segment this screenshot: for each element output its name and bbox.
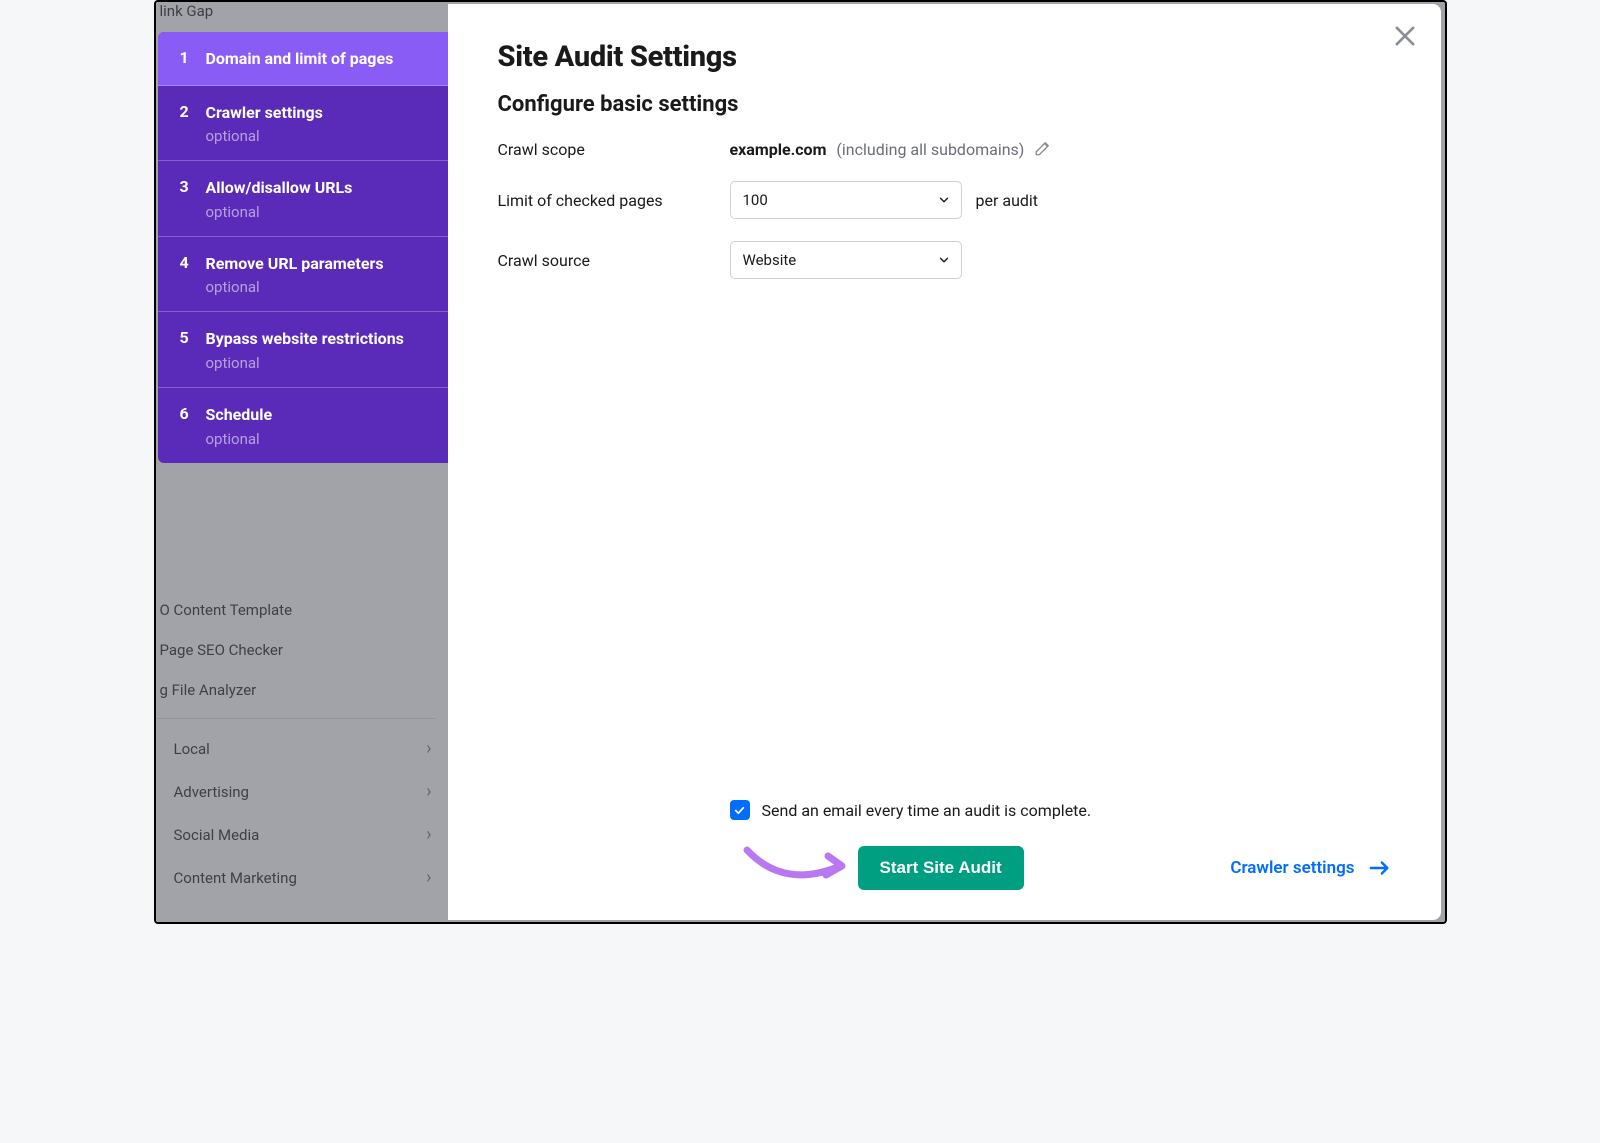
step-title: Bypass website restrictions xyxy=(206,328,430,350)
check-icon xyxy=(733,804,746,817)
action-row: Start Site Audit Crawler settings xyxy=(730,846,1391,890)
wizard-step-1[interactable]: 1Domain and limit of pages xyxy=(158,32,448,86)
modal-subtitle: Configure basic settings xyxy=(498,92,1391,117)
row-crawl-source: Crawl source Website xyxy=(498,241,1391,279)
modal-footer: Send an email every time an audit is com… xyxy=(498,800,1391,890)
email-notify-label: Send an email every time an audit is com… xyxy=(762,801,1092,820)
scope-extra: (including all subdomains) xyxy=(836,140,1024,159)
step-optional-label: optional xyxy=(206,430,430,448)
step-number: 3 xyxy=(180,177,206,196)
select-value: 100 xyxy=(743,191,768,209)
step-number: 4 xyxy=(180,253,206,272)
row-crawl-scope: Crawl scope example.com (including all s… xyxy=(498,139,1391,159)
wizard-step-2[interactable]: 2Crawler settings optional xyxy=(158,86,448,162)
next-link-label: Crawler settings xyxy=(1230,858,1354,878)
step-body: Allow/disallow URLs optional xyxy=(206,177,430,221)
step-optional-label: optional xyxy=(206,127,430,145)
edit-scope-button[interactable] xyxy=(1034,139,1052,157)
wizard-step-5[interactable]: 5Bypass website restrictions optional xyxy=(158,312,448,388)
step-title: Allow/disallow URLs xyxy=(206,177,430,199)
step-body: Remove URL parameters optional xyxy=(206,253,430,297)
arrow-right-icon xyxy=(1369,860,1391,876)
row-page-limit: Limit of checked pages 100 per audit xyxy=(498,181,1391,219)
step-title: Schedule xyxy=(206,404,430,426)
step-body: Schedule optional xyxy=(206,404,430,448)
email-notify-row: Send an email every time an audit is com… xyxy=(730,800,1391,820)
select-crawl-source[interactable]: Website xyxy=(730,241,962,279)
chevron-down-icon xyxy=(937,253,951,267)
step-optional-label: optional xyxy=(206,354,430,372)
step-optional-label: optional xyxy=(206,203,430,221)
wizard-step-4[interactable]: 4Remove URL parameters optional xyxy=(158,237,448,313)
chevron-down-icon xyxy=(937,193,951,207)
close-button[interactable] xyxy=(1391,22,1419,50)
start-audit-button[interactable]: Start Site Audit xyxy=(858,846,1024,890)
modal-title: Site Audit Settings xyxy=(498,40,1391,74)
label-crawl-source: Crawl source xyxy=(498,251,730,270)
wizard-step-6[interactable]: 6Schedule optional xyxy=(158,388,448,463)
step-title: Domain and limit of pages xyxy=(206,48,430,70)
step-optional-label: optional xyxy=(206,278,430,296)
step-body: Bypass website restrictions optional xyxy=(206,328,430,372)
step-number: 6 xyxy=(180,404,206,423)
step-number: 1 xyxy=(180,48,206,67)
step-body: Domain and limit of pages xyxy=(206,48,430,70)
step-title: Crawler settings xyxy=(206,102,430,124)
step-body: Crawler settings optional xyxy=(206,102,430,146)
close-icon xyxy=(1391,22,1419,50)
next-crawler-settings-link[interactable]: Crawler settings xyxy=(1230,858,1390,878)
label-crawl-scope: Crawl scope xyxy=(498,140,730,159)
wizard-step-3[interactable]: 3Allow/disallow URLs optional xyxy=(158,161,448,237)
checkbox-email-notify[interactable] xyxy=(730,800,750,820)
step-number: 5 xyxy=(180,328,206,347)
settings-modal: Site Audit Settings Configure basic sett… xyxy=(448,4,1441,920)
pencil-icon xyxy=(1034,139,1052,157)
step-title: Remove URL parameters xyxy=(206,253,430,275)
per-audit-label: per audit xyxy=(976,191,1039,210)
value-crawl-scope: example.com (including all subdomains) xyxy=(730,139,1053,159)
scope-domain: example.com xyxy=(730,140,827,159)
annotation-arrow-icon xyxy=(742,842,852,886)
label-page-limit: Limit of checked pages xyxy=(498,191,730,210)
wizard-steps: 1Domain and limit of pages2Crawler setti… xyxy=(158,32,448,463)
select-page-limit[interactable]: 100 xyxy=(730,181,962,219)
step-number: 2 xyxy=(180,102,206,121)
select-value: Website xyxy=(743,251,797,269)
